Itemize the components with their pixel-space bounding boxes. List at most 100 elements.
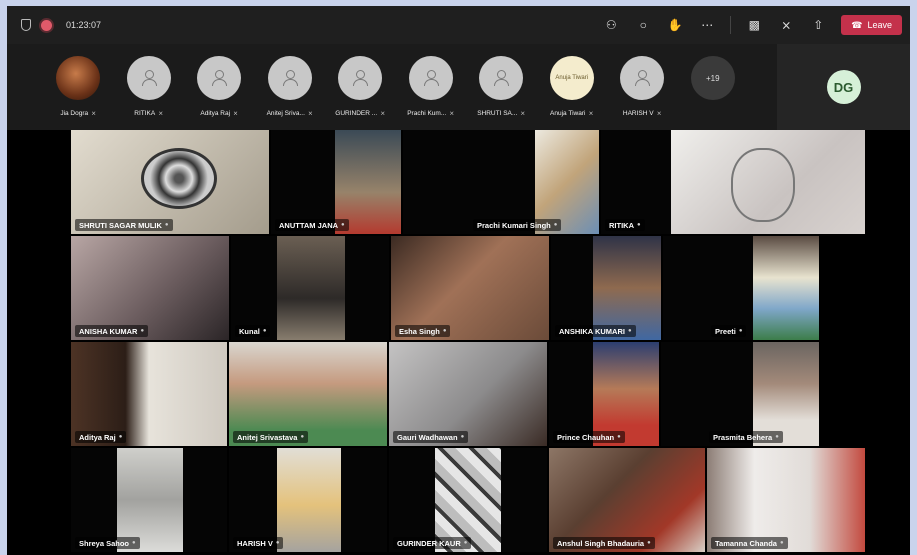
video-tile[interactable]: ANSHIKA KUMARI ● <box>551 236 661 340</box>
self-video-tile[interactable]: DG <box>777 44 910 130</box>
participant-name: Prince Chauhan <box>557 432 615 442</box>
letterbox <box>183 448 227 552</box>
tile-name-label: HARISH V ● <box>233 537 284 549</box>
tile-name-label: Prachi Kumari Singh ● <box>473 219 562 231</box>
participant-name: Aditya Raj <box>79 432 116 442</box>
participant-avatar-item[interactable]: RITIKA ⨯ <box>114 56 185 117</box>
letterbox <box>501 448 547 552</box>
mandala-drawing <box>141 148 217 209</box>
more-participants-item[interactable]: +19 <box>678 56 749 117</box>
share-screen-icon[interactable]: ⇧ <box>809 16 827 34</box>
participants-icon[interactable]: ⚇ <box>602 16 620 34</box>
mic-muted-icon: ⨯ <box>520 111 526 117</box>
mic-off-icon[interactable]: ⨯ <box>777 16 795 34</box>
mic-icon: ● <box>779 540 784 546</box>
video-feed <box>277 448 341 552</box>
letterbox <box>345 236 389 340</box>
participant-name: GURINDER KAUR <box>397 538 461 548</box>
shield-icon[interactable] <box>21 19 31 31</box>
video-tile[interactable]: SHRUTI SAGAR MULIK ● <box>71 130 269 234</box>
video-tile[interactable]: RITIKA ● <box>601 130 865 234</box>
video-tile[interactable]: Gauri Wadhawan ● <box>389 342 547 446</box>
video-tile[interactable]: Kunal ● <box>231 236 389 340</box>
participant-avatar-item[interactable]: Anitej Sriva... ⨯ <box>255 56 326 117</box>
chat-icon[interactable]: ○ <box>634 16 652 34</box>
participant-name: SHRUTI SAGAR MULIK <box>79 220 162 230</box>
raise-hand-icon[interactable]: ✋ <box>666 16 684 34</box>
more-actions-icon[interactable]: ⋯ <box>698 16 716 34</box>
tile-name-label: ANISHA KUMAR ● <box>75 325 149 337</box>
camera-off-icon[interactable]: ▩ <box>745 16 763 34</box>
mic-muted-icon: ⨯ <box>233 111 239 117</box>
video-tile[interactable]: Anshul Singh Bhadauria ● <box>549 448 705 552</box>
mic-icon: ● <box>617 434 621 440</box>
tile-name-label: Kunal ● <box>235 325 271 337</box>
tile-name-label: Aditya Raj ● <box>75 431 127 443</box>
avatar <box>408 56 453 100</box>
avatar: Anuja Tiwari <box>549 56 594 100</box>
video-tile[interactable]: Prachi Kumari Singh ● <box>403 130 599 234</box>
video-tile[interactable]: ANISHA KUMAR ● <box>71 236 229 340</box>
video-tile[interactable]: HARISH V ● <box>229 448 387 552</box>
mic-icon: ● <box>647 540 651 546</box>
video-tile[interactable]: Anitej Srivastava ● <box>229 342 387 446</box>
participant-name: RITIKA <box>134 110 156 117</box>
user-icon <box>494 70 510 86</box>
video-tile[interactable]: Tamanna Chanda ● <box>707 448 865 552</box>
video-tile[interactable]: Shreya Sahoo ● <box>71 448 227 552</box>
participant-avatar-item[interactable]: GURINDER ... ⨯ <box>325 56 396 117</box>
tile-name-label: RITIKA ● <box>605 219 645 231</box>
mic-icon: ● <box>140 328 145 334</box>
video-tile[interactable]: Prasmita Behera ● <box>661 342 819 446</box>
participant-name: Shreya Sahoo <box>79 538 130 548</box>
participant-name: GURINDER ... <box>335 110 378 117</box>
participant-list: Jia Dogra ⨯ RITIKA ⨯ Aditya Raj ⨯ Anitej Sr… <box>43 56 748 117</box>
tile-name-label: ANUTTAM JANA ● <box>275 219 349 231</box>
video-tile[interactable]: Preeti ● <box>663 236 819 340</box>
participant-avatar-item[interactable]: Jia Dogra ⨯ <box>43 56 114 117</box>
meeting-timer: 01:23:07 <box>66 20 102 30</box>
mic-icon: ● <box>553 222 558 228</box>
participant-avatar-item[interactable]: Aditya Raj ⨯ <box>184 56 255 117</box>
mic-icon: ● <box>341 222 345 228</box>
participant-name: Prasmita Behera <box>713 432 773 442</box>
video-tile[interactable]: GURINDER KAUR ● <box>389 448 547 552</box>
participant-avatar-item[interactable]: HARISH V ⨯ <box>607 56 678 117</box>
video-feed <box>277 236 345 340</box>
self-avatar: DG <box>826 70 861 104</box>
video-tile[interactable]: ANUTTAM JANA ● <box>271 130 401 234</box>
participant-name: Prachi Kumari Singh <box>477 220 551 230</box>
mic-muted-icon: ⨯ <box>449 111 455 117</box>
tile-name-label: Prince Chauhan ● <box>553 431 625 443</box>
avatar <box>56 56 101 100</box>
participant-avatar-item[interactable]: Prachi Kum... ⨯ <box>396 56 467 117</box>
tile-name-label: Gauri Wadhawan ● <box>393 431 469 443</box>
participant-name: Aditya Raj <box>200 110 231 117</box>
meeting-toolbar: 01:23:07 ⚇ ○ ✋ ⋯ ▩ ⨯ ⇧ ☎ Leave <box>7 6 910 44</box>
participant-avatar-item[interactable]: Anuja Tiwari Anuja Tiwari ⨯ <box>537 56 608 117</box>
mic-icon: ● <box>300 434 305 440</box>
mic-muted-icon: ⨯ <box>158 111 164 117</box>
tile-name-label: Esha Singh ● <box>395 325 451 337</box>
mic-icon: ● <box>275 540 280 546</box>
participant-avatar-item[interactable]: SHRUTI SA... ⨯ <box>466 56 537 117</box>
video-tile[interactable]: Aditya Raj ● <box>71 342 227 446</box>
recording-icon <box>41 19 52 31</box>
participant-name: ANUTTAM JANA <box>279 220 339 230</box>
mic-muted-icon: ⨯ <box>91 111 97 117</box>
leave-button[interactable]: ☎ Leave <box>841 15 902 35</box>
avatar <box>197 56 242 100</box>
participant-name: Jia Dogra <box>60 110 89 117</box>
mic-icon: ● <box>460 434 465 440</box>
avatar <box>267 56 312 100</box>
mic-muted-icon: ⨯ <box>656 111 662 117</box>
mic-icon: ● <box>262 328 267 334</box>
mic-icon: ● <box>627 328 632 334</box>
video-tile[interactable]: Esha Singh ● <box>391 236 549 340</box>
video-tile[interactable]: Prince Chauhan ● <box>549 342 659 446</box>
user-icon <box>635 70 651 86</box>
mic-icon: ● <box>164 222 169 228</box>
mic-icon: ● <box>637 222 641 228</box>
tile-name-label: Tamanna Chanda ● <box>711 537 788 549</box>
tile-name-label: ANSHIKA KUMARI ● <box>555 325 636 337</box>
